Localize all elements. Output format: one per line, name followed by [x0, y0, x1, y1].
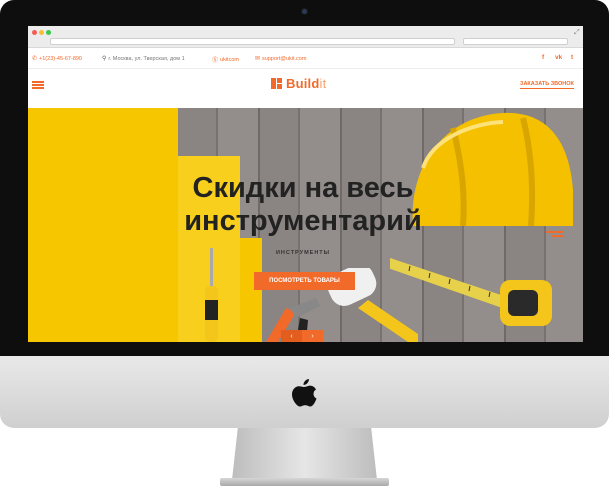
fullscreen-icon[interactable]: ⤢ [574, 29, 580, 37]
address-bar[interactable] [50, 38, 455, 45]
email-icon: ✉ [255, 56, 261, 62]
header-divider [28, 68, 583, 69]
browser-search-field[interactable] [463, 38, 568, 45]
browser-toolbar: ⤢ [28, 26, 583, 48]
logo-icon [271, 78, 282, 89]
vk-icon[interactable]: vk [555, 54, 562, 61]
maximize-window-button[interactable] [46, 30, 51, 35]
screwdriver-image [205, 248, 218, 342]
arrow-right-icon[interactable]: › [302, 330, 323, 342]
site-logo[interactable]: Buildit [271, 76, 326, 91]
address-text: г. Москва, ул. Тверская, дом 1 [108, 55, 185, 62]
close-window-button[interactable] [32, 30, 37, 35]
callback-link[interactable]: ЗАКАЗАТЬ ЗВОНОК [520, 81, 574, 89]
twitter-icon[interactable]: t [571, 54, 573, 61]
imac-stand-base [220, 478, 389, 486]
hero-title: Скидки на весь инструментарий [184, 172, 422, 237]
email-contact[interactable]: ✉ support@ukit.com [255, 55, 306, 63]
phone-number[interactable]: +1(23)-45-67-890 [39, 56, 82, 62]
skype-handle[interactable]: ukitcom [220, 57, 239, 63]
slider-indicator[interactable] [546, 231, 564, 239]
contact-bar: ✆ +1(23)-45-67-890 ⚲ г. Москва, ул. Твер… [28, 53, 583, 65]
email-address[interactable]: support@ukit.com [262, 56, 306, 62]
website-screen: ⤢ ✆ +1(23)-45-67-890 ⚲ г. Москва, ул. Тв… [28, 26, 583, 342]
skype-contact[interactable]: Ⓢ ukitcom [212, 55, 239, 65]
skype-icon: Ⓢ [212, 58, 219, 64]
arrow-left-icon[interactable]: ‹ [281, 330, 302, 342]
view-products-button[interactable]: ПОСМОТРЕТЬ ТОВАРЫ [254, 272, 355, 290]
phone-contact[interactable]: ✆ +1(23)-45-67-890 [32, 55, 82, 63]
facebook-icon[interactable]: f [542, 54, 544, 61]
minimize-window-button[interactable] [39, 30, 44, 35]
location-pin-icon: ⚲ [102, 56, 107, 62]
menu-icon[interactable] [32, 81, 44, 89]
address-contact: ⚲ г. Москва, ул. Тверская, дом 1 [102, 55, 185, 63]
slider-controls[interactable]: ‹ › [281, 330, 323, 342]
hero-subtitle: ИНСТРУМЕНТЫ [275, 250, 331, 256]
hero-banner: Скидки на весь инструментарий ИНСТРУМЕНТ… [28, 108, 583, 342]
apple-logo-icon [292, 379, 317, 407]
camera-icon [302, 9, 307, 14]
logo-text: Buildit [286, 76, 327, 91]
imac-mockup: ⤢ ✆ +1(23)-45-67-890 ⚲ г. Москва, ул. Тв… [0, 0, 609, 493]
imac-stand [232, 428, 377, 480]
phone-icon: ✆ [32, 56, 38, 62]
